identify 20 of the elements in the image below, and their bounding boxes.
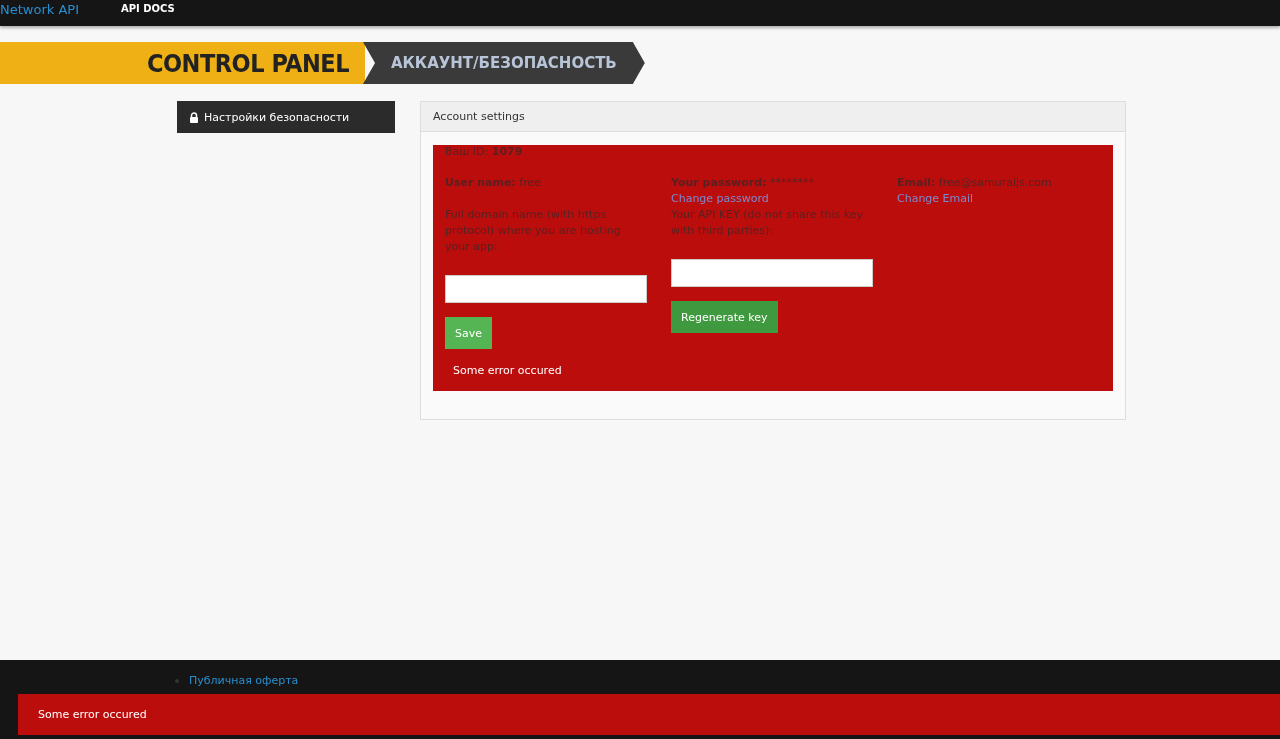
error-message: Some error occured — [453, 363, 562, 379]
field-hint: Your API KEY (do not share this key with third parties): — [671, 207, 865, 239]
field-value: User name: free — [445, 175, 541, 191]
regenerate-key-button[interactable]: Regenerate key — [671, 301, 778, 333]
panel-title: Account settings — [421, 102, 1125, 132]
user-id: Ваш ID: 1079 — [445, 145, 524, 159]
input-field[interactable] — [445, 275, 647, 303]
page-title-banner: CONTROL PANEL — [0, 42, 365, 84]
sidebar-item[interactable]: Настройки безопасности — [177, 101, 395, 133]
lock-icon — [189, 111, 199, 123]
field-value: Your password: ******** — [671, 175, 814, 191]
breadcrumb: АККАУНТ/БЕЗОПАСНОСТЬ — [363, 42, 645, 84]
sidebar-item-label: Настройки безопасности — [204, 110, 350, 124]
field-value: Email: free@samuraijs.com — [897, 175, 1052, 191]
nav-link[interactable]: API DOCS — [121, 3, 175, 14]
error-toast: Some error occured — [18, 694, 1280, 735]
input-field[interactable] — [671, 259, 873, 287]
field-hint: Full domain name (with https protocol) where you are hosting your app: — [445, 207, 622, 255]
brand-name[interactable]: Network API — [0, 2, 79, 17]
footer-link[interactable]: Публичная оферта — [175, 674, 1280, 687]
